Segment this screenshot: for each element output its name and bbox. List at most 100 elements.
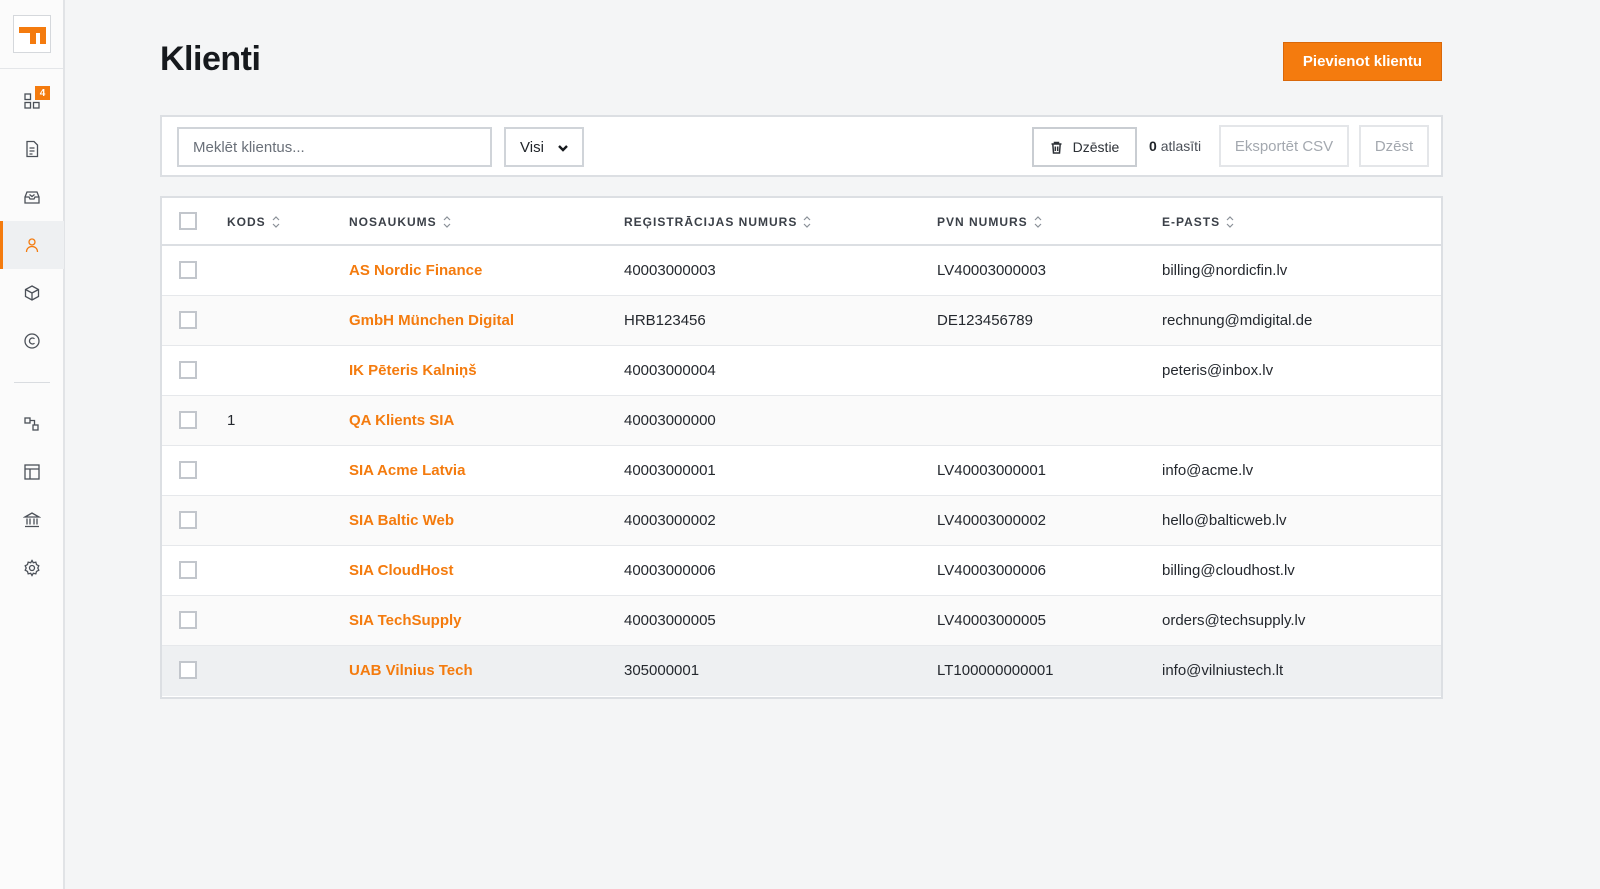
sidebar-item-licenses[interactable] xyxy=(0,317,64,365)
column-label: KODS xyxy=(227,215,266,229)
copyright-icon xyxy=(24,333,40,349)
cell-email: billing@nordicfin.lv xyxy=(1162,262,1288,279)
row-checkbox[interactable] xyxy=(179,361,197,379)
sidebar-item-templates[interactable] xyxy=(0,448,64,496)
cell-reg-number: 40003000001 xyxy=(624,462,716,479)
document-icon xyxy=(26,140,39,158)
cell-email: info@vilniustech.lt xyxy=(1162,662,1284,679)
table-row[interactable]: SIA CloudHost 40003000006 LV40003000006 … xyxy=(162,546,1441,596)
column-header-email[interactable]: E-PASTS xyxy=(1162,215,1234,229)
deleted-filter-label: Dzēstie xyxy=(1072,139,1120,155)
logo-icon[interactable] xyxy=(12,15,51,53)
cell-reg-number: 305000001 xyxy=(624,662,700,679)
client-name-link[interactable]: UAB Vilnius Tech xyxy=(349,662,473,679)
sidebar-item-dashboard[interactable]: 4 xyxy=(0,77,64,125)
select-all-checkbox[interactable] xyxy=(179,212,197,230)
client-name-link[interactable]: SIA CloudHost xyxy=(349,562,453,579)
trash-icon xyxy=(1051,141,1062,154)
cell-vat-number: LV40003000005 xyxy=(937,612,1046,629)
sidebar-item-settings[interactable] xyxy=(0,544,64,592)
client-name-link[interactable]: GmbH München Digital xyxy=(349,312,514,329)
cell-email: orders@techsupply.lv xyxy=(1162,612,1306,629)
page-title: Klienti xyxy=(160,40,261,78)
column-label: REĢISTRĀCIJAS NUMURS xyxy=(624,215,798,229)
bulk-delete-button[interactable]: Dzēst xyxy=(1359,125,1429,167)
export-csv-button[interactable]: Eksportēt CSV xyxy=(1219,125,1349,167)
cell-vat-number: LV40003000006 xyxy=(937,562,1046,579)
cell-email: billing@cloudhost.lv xyxy=(1162,562,1295,579)
client-name-link[interactable]: IK Pēteris Kalniņš xyxy=(349,362,477,379)
table-row[interactable]: AS Nordic Finance 40003000003 LV40003000… xyxy=(162,246,1441,296)
column-header-reg-number[interactable]: REĢISTRĀCIJAS NUMURS xyxy=(624,215,811,229)
cell-reg-number: 40003000002 xyxy=(624,512,716,529)
cell-reg-number: 40003000004 xyxy=(624,362,716,379)
cell-vat-number: DE123456789 xyxy=(937,312,1033,329)
sidebar-item-bank[interactable] xyxy=(0,496,64,544)
sidebar-divider xyxy=(14,382,50,383)
cell-reg-number: 40003000000 xyxy=(624,412,716,429)
column-label: NOSAUKUMS xyxy=(349,215,437,229)
cell-email: rechnung@mdigital.de xyxy=(1162,312,1313,329)
sidebar-item-invoices[interactable] xyxy=(0,125,64,173)
sort-icon xyxy=(443,216,451,228)
sidebar-item-products[interactable] xyxy=(0,269,64,317)
clients-table: KODS NOSAUKUMS REĢISTRĀCIJAS NUMURS PVN … xyxy=(160,196,1443,699)
search-input[interactable] xyxy=(177,127,492,167)
selected-count-label: atlasīti xyxy=(1160,138,1202,154)
cell-code: 1 xyxy=(227,412,236,429)
client-name-link[interactable]: AS Nordic Finance xyxy=(349,262,482,279)
filter-value: Visi xyxy=(520,138,544,156)
sort-icon xyxy=(272,216,280,228)
column-header-name[interactable]: NOSAUKUMS xyxy=(349,215,451,229)
add-client-button[interactable]: Pievienot klientu xyxy=(1283,42,1442,81)
table-row[interactable]: GmbH München Digital HRB123456 DE1234567… xyxy=(162,296,1441,346)
cell-reg-number: 40003000006 xyxy=(624,562,716,579)
user-icon xyxy=(25,238,39,253)
table-row[interactable]: IK Pēteris Kalniņš 40003000004 peteris@i… xyxy=(162,346,1441,396)
cell-reg-number: 40003000003 xyxy=(624,262,716,279)
column-header-vat-number[interactable]: PVN NUMURS xyxy=(937,215,1042,229)
inbox-icon xyxy=(24,191,40,204)
sidebar-item-inbox[interactable] xyxy=(0,173,64,221)
sort-icon xyxy=(1226,216,1234,228)
row-checkbox[interactable] xyxy=(179,661,197,679)
table-row[interactable]: 1 QA Klients SIA 40003000000 xyxy=(162,396,1441,446)
cell-vat-number: LT100000000001 xyxy=(937,662,1054,679)
sidebar: 4 xyxy=(0,0,65,889)
cell-vat-number: LV40003000003 xyxy=(937,262,1046,279)
selected-count-value: 0 xyxy=(1149,138,1157,154)
deleted-filter-button[interactable]: Dzēstie xyxy=(1032,127,1137,167)
shapes-icon xyxy=(24,417,39,431)
filter-dropdown[interactable]: Visi xyxy=(504,127,584,167)
cell-reg-number: 40003000005 xyxy=(624,612,716,629)
row-checkbox[interactable] xyxy=(179,561,197,579)
row-checkbox[interactable] xyxy=(179,261,197,279)
sidebar-item-clients[interactable] xyxy=(0,221,64,269)
toolbar: Visi Dzēstie 0 atlasīti Eksportēt CSV Dz… xyxy=(160,115,1443,177)
column-label: E-PASTS xyxy=(1162,215,1221,229)
selected-count: 0 atlasīti xyxy=(1149,138,1201,154)
column-header-code[interactable]: KODS xyxy=(227,215,280,229)
cell-reg-number: HRB123456 xyxy=(624,312,706,329)
row-checkbox[interactable] xyxy=(179,611,197,629)
sidebar-item-integrations[interactable] xyxy=(0,400,64,448)
client-name-link[interactable]: SIA TechSupply xyxy=(349,612,462,629)
cell-email: peteris@inbox.lv xyxy=(1162,362,1274,379)
gear-icon xyxy=(24,559,40,577)
bank-icon xyxy=(23,512,41,528)
layout-icon xyxy=(24,464,40,480)
client-name-link[interactable]: QA Klients SIA xyxy=(349,412,454,429)
row-checkbox[interactable] xyxy=(179,461,197,479)
client-name-link[interactable]: SIA Acme Latvia xyxy=(349,462,465,479)
table-row[interactable]: UAB Vilnius Tech 305000001 LT10000000000… xyxy=(162,646,1441,696)
table-row[interactable]: SIA TechSupply 40003000005 LV40003000005… xyxy=(162,596,1441,646)
table-row[interactable]: SIA Acme Latvia 40003000001 LV4000300000… xyxy=(162,446,1441,496)
cell-vat-number: LV40003000002 xyxy=(937,512,1046,529)
table-row[interactable]: SIA Baltic Web 40003000002 LV40003000002… xyxy=(162,496,1441,546)
row-checkbox[interactable] xyxy=(179,411,197,429)
client-name-link[interactable]: SIA Baltic Web xyxy=(349,512,454,529)
row-checkbox[interactable] xyxy=(179,311,197,329)
sort-icon xyxy=(803,216,811,228)
column-label: PVN NUMURS xyxy=(937,215,1028,229)
row-checkbox[interactable] xyxy=(179,511,197,529)
